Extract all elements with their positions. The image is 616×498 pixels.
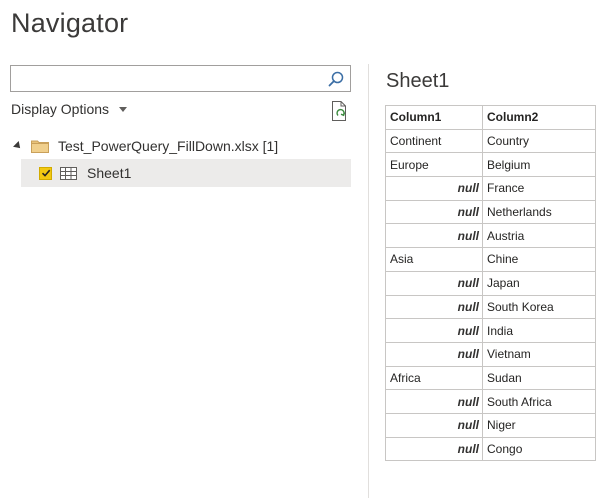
- table-cell: Congo: [482, 436, 596, 462]
- search-box: [10, 65, 351, 92]
- table-cell: Africa: [385, 365, 483, 391]
- table-cell: Sudan: [482, 365, 596, 391]
- tree-item-file[interactable]: Test_PowerQuery_FillDown.xlsx [1]: [13, 135, 279, 157]
- navigator-title: Navigator: [11, 8, 129, 38]
- table-cell: France: [482, 176, 596, 201]
- table-cell: null: [385, 176, 483, 201]
- table-icon: [60, 166, 77, 180]
- table-cell: null: [385, 294, 483, 320]
- table-cell: South Korea: [482, 294, 596, 320]
- table-cell: null: [385, 199, 483, 225]
- preview-title: Sheet1: [386, 70, 450, 92]
- table-cell: null: [385, 318, 483, 343]
- table-cell: Chine: [482, 247, 596, 272]
- table-cell: Country: [482, 128, 596, 154]
- table-row: null India: [385, 318, 596, 343]
- table-cell: null: [385, 341, 483, 367]
- table-row: null Netherlands: [385, 199, 596, 225]
- chevron-down-icon: [119, 107, 128, 112]
- table-row: null South Africa: [385, 389, 596, 414]
- table-row: null Japan: [385, 270, 596, 296]
- table-cell: Europe: [385, 152, 483, 178]
- table-cell: null: [385, 270, 483, 296]
- table-cell: Asia: [385, 247, 483, 272]
- tree-item-file-label: Test_PowerQuery_FillDown.xlsx [1]: [58, 138, 279, 154]
- table-cell: Netherlands: [482, 199, 596, 225]
- table-cell: Vietnam: [482, 341, 596, 367]
- table-row: null Niger: [385, 412, 596, 438]
- refresh-icon: [332, 101, 346, 121]
- table-row: Asia Chine: [385, 247, 596, 272]
- pane-divider[interactable]: [368, 64, 369, 498]
- table-cell: Niger: [482, 412, 596, 438]
- table-row: null Vietnam: [385, 341, 596, 367]
- display-options-dropdown[interactable]: Display Options: [11, 101, 128, 117]
- tree-item-sheet-label: Sheet1: [87, 165, 132, 181]
- search-icon: [328, 71, 344, 86]
- table-row: null Austria: [385, 223, 596, 249]
- search-button[interactable]: [324, 67, 348, 90]
- table-row: null South Korea: [385, 294, 596, 320]
- table-row: Continent Country: [385, 128, 596, 154]
- table-row: null Congo: [385, 436, 596, 462]
- search-input[interactable]: [11, 66, 321, 91]
- table-cell: null: [385, 436, 483, 462]
- table-row: Europe Belgium: [385, 152, 596, 178]
- table-cell: India: [482, 318, 596, 343]
- column-header: Column2: [482, 105, 596, 130]
- table-row: null France: [385, 176, 596, 201]
- table-cell: Austria: [482, 223, 596, 249]
- column-header: Column1: [385, 105, 483, 130]
- table-cell: Japan: [482, 270, 596, 296]
- refresh-button[interactable]: [330, 100, 350, 122]
- tree-item-sheet1[interactable]: Sheet1: [21, 159, 351, 187]
- table-row: Africa Sudan: [385, 365, 596, 391]
- expand-arrow-icon[interactable]: [13, 141, 23, 151]
- checkmark-icon: [41, 169, 50, 177]
- table-cell: null: [385, 389, 483, 414]
- table-cell: Continent: [385, 128, 483, 154]
- table-cell: South Africa: [482, 389, 596, 414]
- folder-icon: [31, 140, 49, 153]
- display-options-label: Display Options: [11, 101, 110, 117]
- table-cell: null: [385, 223, 483, 249]
- preview-table: Column1 Column2 Continent Country Europe Be…: [385, 105, 596, 462]
- table-cell: Belgium: [482, 152, 596, 178]
- table-header-row: Column1 Column2: [385, 105, 596, 130]
- sheet-checkbox[interactable]: [39, 166, 52, 180]
- table-cell: null: [385, 412, 483, 438]
